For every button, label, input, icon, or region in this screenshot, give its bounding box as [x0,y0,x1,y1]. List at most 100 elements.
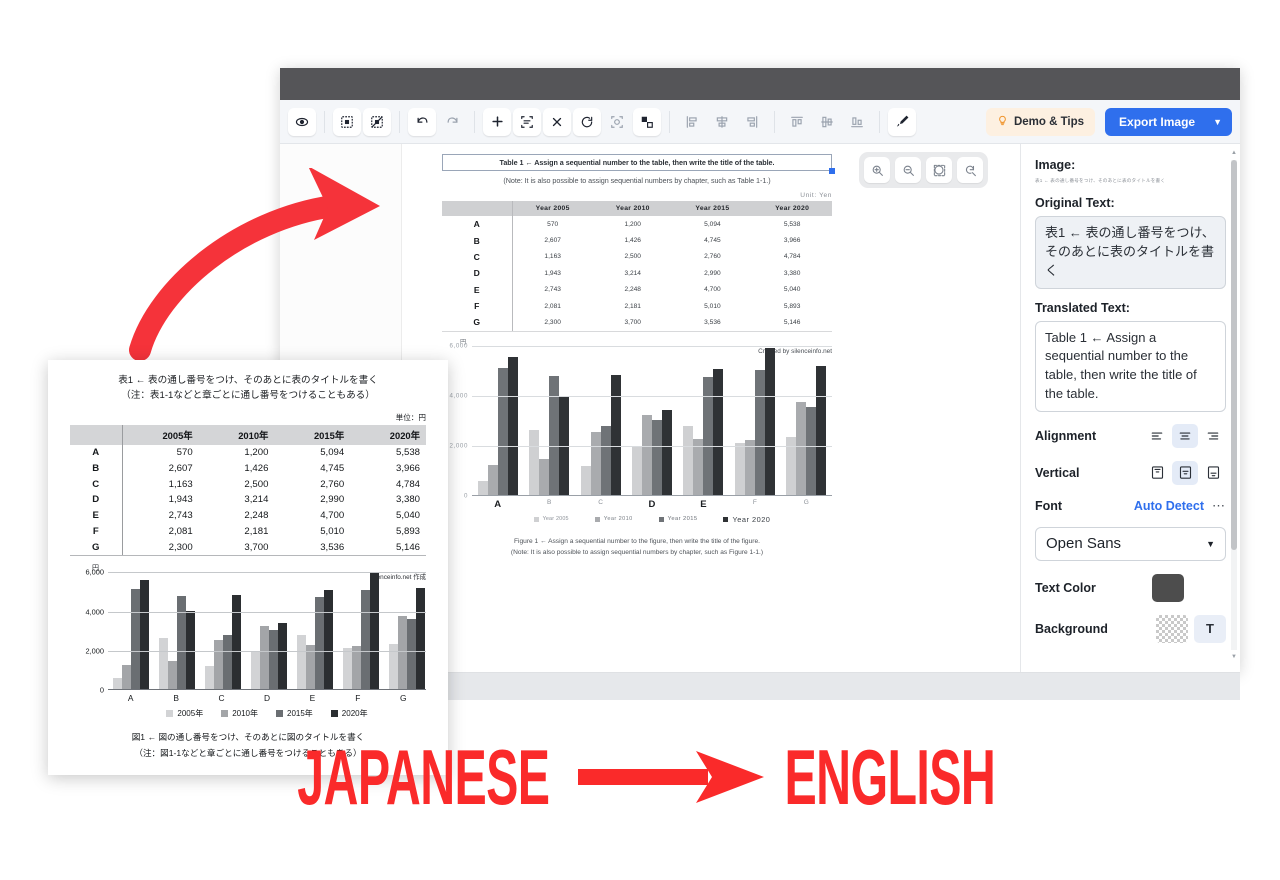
bar [601,426,611,495]
scrollbar-thumb[interactable] [1231,160,1237,550]
font-select[interactable]: Open Sans ▼ [1035,527,1226,561]
table-header-cell: Year 2010 [593,201,673,216]
row-label: A [70,445,122,461]
vertical-label: Vertical [1035,466,1144,480]
original-text-field[interactable]: 表1 ← 表の通し番号をつけ、そのあとに表のタイトルを書く [1035,216,1226,289]
refresh-icon[interactable] [573,108,601,136]
font-row: Font Auto Detect ⋯ [1035,498,1226,514]
bar [269,630,278,689]
background-transparent-swatch[interactable] [1156,615,1188,643]
table-cell: 4,784 [350,476,426,492]
resize-handle[interactable] [829,168,835,174]
bar [177,596,186,689]
vertical-top-button[interactable] [1144,461,1170,485]
brush-icon[interactable] [888,108,916,136]
selected-text-object[interactable]: Table 1 ← Assign a sequential number to … [442,154,832,171]
undo-icon[interactable] [408,108,436,136]
table-cell: 5,010 [673,298,753,314]
deselect-region-icon[interactable] [363,108,391,136]
text-color-swatch[interactable] [1152,574,1184,602]
y-tick-label: 4,000 [450,392,468,399]
legend-item: Year 2015 [659,515,698,524]
legend-label: Year 2015 [668,516,698,522]
bar [703,377,713,495]
align-bottom-icon[interactable] [843,108,871,136]
background-text-button[interactable]: T [1194,615,1226,643]
mini-chart-plot [108,572,426,690]
banner-source-language: JAPANESE [297,732,549,823]
duplicate-icon[interactable] [633,108,661,136]
chevron-down-icon: ▼ [1206,539,1215,549]
bar [251,651,260,689]
more-options-icon[interactable]: ⋯ [1212,498,1226,514]
split-text-icon[interactable] [603,108,631,136]
row-label: G [70,539,122,555]
align-right-icon[interactable] [738,108,766,136]
zoom-fit-button[interactable] [926,157,952,183]
bar [796,402,806,495]
scroll-up-icon[interactable]: ▲ [1230,150,1238,156]
bar-group [154,572,200,689]
window-title-bar [280,68,1240,100]
table-cell: 1,426 [199,461,275,477]
vertical-middle-button[interactable] [1172,461,1198,485]
bar [765,348,775,495]
export-image-label: Export Image [1119,115,1195,129]
x-axis-label: E [678,499,729,510]
table-cell: 5,094 [274,445,350,461]
legend-label: 2015年 [287,708,313,719]
zoom-out-button[interactable] [895,157,921,183]
table-cell: 2,500 [593,249,673,265]
font-select-value: Open Sans [1046,535,1121,552]
demo-tips-button[interactable]: Demo & Tips [986,108,1095,136]
align-left-button[interactable] [1144,424,1170,448]
align-center-button[interactable] [1172,424,1198,448]
vertical-bottom-button[interactable] [1200,461,1226,485]
row-label: G [442,314,512,331]
align-right-button[interactable] [1200,424,1226,448]
zoom-reset-button[interactable] [957,157,983,183]
close-icon[interactable] [543,108,571,136]
scroll-down-icon[interactable]: ▼ [1230,654,1238,660]
bar-group [200,572,246,689]
export-image-button[interactable]: Export Image ▼ [1105,108,1232,136]
redo-icon[interactable] [438,108,466,136]
add-icon[interactable] [483,108,511,136]
table-cell: 3,536 [274,539,350,555]
align-center-icon[interactable] [708,108,736,136]
panel-scrollbar[interactable]: ▲ ▼ [1230,150,1238,660]
canvas-data-table: Year 2005 Year 2010 Year 2015 Year 2020 … [442,201,832,332]
table-row: E 2,743 2,248 4,700 5,040 [70,508,426,524]
align-middle-icon[interactable] [813,108,841,136]
zoom-in-button[interactable] [864,157,890,183]
table-header-cell: Year 2020 [752,201,832,216]
table-cell: 2,300 [122,539,199,555]
bar [632,446,642,495]
table-note-text: (Note: It is also possible to assign seq… [442,176,832,185]
eye-icon[interactable] [288,108,316,136]
original-text-label: Original Text: [1035,196,1226,210]
original-document-preview: 表1 ← 表の通し番号をつけ、そのあとに表のタイトルを書く （注：表1-1などと… [48,360,448,775]
mini-bar-chart: 円 silenceinfo.net 作成 02,0004,0006,000 AB… [70,572,426,719]
select-region-icon[interactable] [333,108,361,136]
align-left-icon[interactable] [678,108,706,136]
bar [713,369,723,495]
table-cell: 570 [512,216,593,232]
x-axis-label: A [108,693,153,703]
table-cell: 2,248 [199,508,275,524]
merge-text-icon[interactable] [513,108,541,136]
figure-caption: Figure 1 ← Assign a sequential number to… [442,538,832,545]
table-cell: 2,760 [274,476,350,492]
x-axis-label: D [244,693,289,703]
table-row: G 2,300 3,700 3,536 5,146 [70,539,426,555]
table-cell: 2,181 [593,298,673,314]
auto-detect-button[interactable]: Auto Detect [1134,499,1204,513]
mini-doc-title-line2: （注：表1-1などと章ごとに通し番号をつけることもある） [70,389,426,404]
align-top-icon[interactable] [783,108,811,136]
translated-text-field[interactable]: Table 1 ← Assign a sequential number to … [1035,321,1226,412]
legend-label: 2005年 [177,708,203,719]
row-label: F [442,298,512,314]
chevron-down-icon[interactable]: ▼ [1213,117,1222,127]
table-cell: 1,200 [199,445,275,461]
bar-group [292,572,338,689]
